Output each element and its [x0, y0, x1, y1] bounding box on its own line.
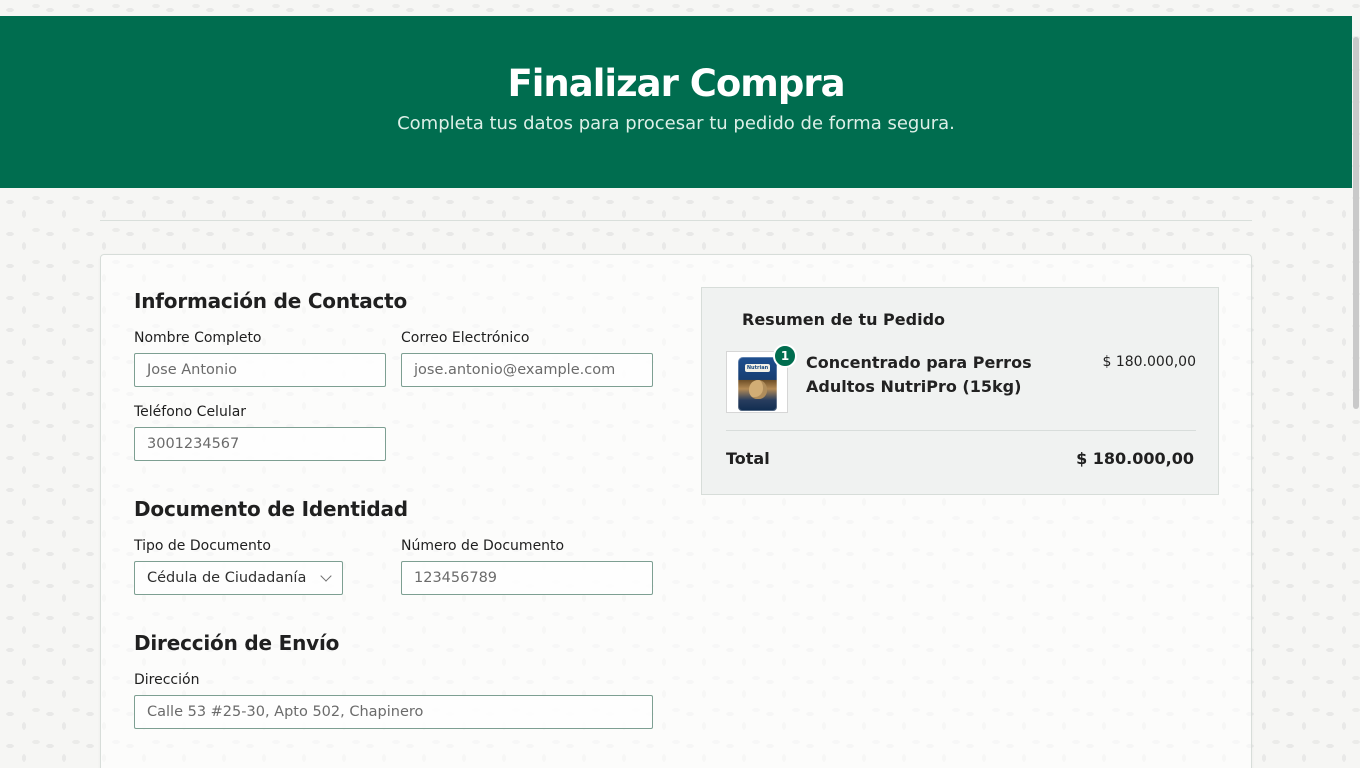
full-name-value: Jose Antonio [147, 362, 237, 378]
checkout-page: Finalizar Compra Completa tus datos para… [0, 0, 1360, 768]
document-number-field[interactable]: 123456789 [401, 561, 653, 595]
order-item: Nutrian 1 Concentrado para Perros Adulto… [726, 344, 1196, 415]
product-price: $ 180.000,00 [1102, 354, 1196, 370]
checkout-header: Finalizar Compra Completa tus datos para… [0, 16, 1352, 188]
page-subtitle: Completa tus datos para procesar tu pedi… [397, 113, 955, 134]
contact-section-title: Información de Contacto [134, 289, 408, 313]
checkout-card: Información de Contacto Nombre Completo … [100, 254, 1252, 768]
total-label: Total [726, 449, 770, 468]
phone-field[interactable]: 3001234567 [134, 427, 386, 461]
full-name-label: Nombre Completo [134, 330, 262, 346]
dog-illustration-icon [749, 380, 767, 399]
address-label: Dirección [134, 672, 200, 688]
header-divider [100, 220, 1252, 221]
document-type-select[interactable]: Cédula de Ciudadanía [134, 561, 343, 595]
page-scrollbar[interactable] [1352, 0, 1360, 768]
product-name: Concentrado para Perros Adultos NutriPro… [806, 353, 1032, 396]
phone-label: Teléfono Celular [134, 404, 247, 420]
email-field[interactable]: jose.antonio@example.com [401, 353, 653, 387]
dog-food-bag-icon: Nutrian [738, 357, 777, 411]
identity-section-title: Documento de Identidad [134, 497, 408, 521]
address-field[interactable]: Calle 53 #25-30, Apto 502, Chapinero [134, 695, 653, 729]
order-summary: Resumen de tu Pedido Nutrian 1 Concentra… [701, 287, 1219, 495]
quantity-badge: 1 [773, 344, 797, 368]
phone-value: 3001234567 [147, 436, 240, 452]
document-type-selected: Cédula de Ciudadanía [147, 570, 307, 586]
product-image-brand: Nutrian [745, 364, 770, 372]
shipping-section-title: Dirección de Envío [134, 631, 340, 655]
scrollbar-thumb[interactable] [1353, 37, 1359, 409]
chevron-down-icon [320, 569, 332, 582]
document-number-label: Número de Documento [401, 538, 565, 554]
address-value: Calle 53 #25-30, Apto 502, Chapinero [147, 704, 424, 720]
order-summary-title: Resumen de tu Pedido [742, 310, 946, 329]
page-title: Finalizar Compra [507, 62, 845, 105]
email-label: Correo Electrónico [401, 330, 530, 346]
document-number-value: 123456789 [414, 570, 498, 586]
full-name-field[interactable]: Jose Antonio [134, 353, 386, 387]
document-type-label: Tipo de Documento [134, 538, 271, 554]
summary-divider [726, 430, 1196, 431]
total-value: $ 180.000,00 [1076, 449, 1194, 468]
email-value: jose.antonio@example.com [414, 362, 616, 378]
